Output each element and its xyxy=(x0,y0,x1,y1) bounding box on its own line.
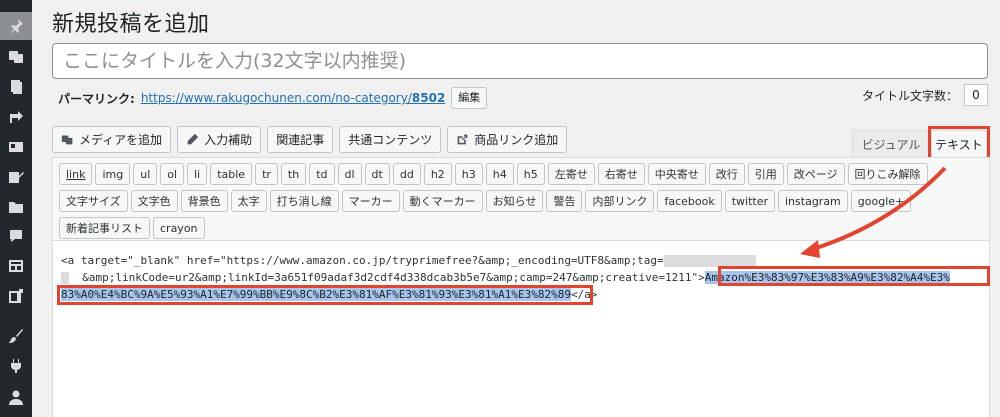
edit-permalink-button[interactable]: 編集 xyxy=(451,87,488,109)
content-line-1: <a target="_blank" href="https://www.ama… xyxy=(61,252,981,269)
qt-button-row2-6[interactable]: 動くマーカー xyxy=(402,190,483,212)
post-title-input[interactable] xyxy=(52,43,988,79)
qt-button-row2-0[interactable]: 文字サイズ xyxy=(59,190,128,212)
qt-button-row1-14[interactable]: h4 xyxy=(485,163,514,185)
qt-button-row1-11[interactable]: dd xyxy=(392,163,421,185)
content-line-2: &amp;linkCode=ur2&amp;linkId=3a651f09ada… xyxy=(61,269,981,286)
pencil-icon xyxy=(187,133,199,145)
add-media-button[interactable]: メディアを追加 xyxy=(52,126,172,153)
qt-button-row1-13[interactable]: h3 xyxy=(454,163,483,185)
qt-button-row2-3[interactable]: 太字 xyxy=(230,190,267,212)
tab-text[interactable]: テキスト xyxy=(931,130,987,158)
qt-button-row2-1[interactable]: 文字色 xyxy=(130,190,178,212)
toolbar-row-3: 新着記事リスト crayon xyxy=(59,217,983,239)
qt-button-row2-10[interactable]: facebook xyxy=(657,190,722,212)
qt-button-row1-15[interactable]: h5 xyxy=(516,163,545,185)
edit-icon[interactable] xyxy=(0,163,32,191)
permalink-slug: 8502 xyxy=(411,91,446,105)
qt-button-row1-17[interactable]: 右寄せ xyxy=(597,163,645,185)
permalink-label: パーマリンク: xyxy=(58,91,135,106)
qt-button-row1-10[interactable]: dt xyxy=(364,163,390,185)
qt-button-row1-2[interactable]: ul xyxy=(133,163,158,185)
qt-button-row3-1[interactable]: crayon xyxy=(153,217,205,239)
link-box-icon xyxy=(457,134,468,145)
add-media-label: メディアを追加 xyxy=(79,133,163,147)
content-line-2-text: &amp;linkCode=ur2&amp;linkId=3a651f09ada… xyxy=(82,271,705,284)
share-icon[interactable] xyxy=(0,103,32,131)
qt-button-row2-11[interactable]: twitter xyxy=(724,190,775,212)
qt-button-row1-20[interactable]: 引用 xyxy=(747,163,784,185)
comment-icon[interactable] xyxy=(0,222,32,250)
qt-button-row2-12[interactable]: instagram xyxy=(778,190,848,212)
folder-icon[interactable] xyxy=(0,193,32,221)
tab-visual[interactable]: ビジュアル xyxy=(852,130,930,158)
qt-button-row1-21[interactable]: 改ページ xyxy=(786,163,845,185)
qt-button-row1-12[interactable]: h2 xyxy=(423,163,452,185)
qt-button-row1-1[interactable]: img xyxy=(95,163,131,185)
selected-text-2: 83%A0%E4%BC%9A%E5%93%A1%E7%99%BB%E9%8C%B… xyxy=(61,288,571,301)
page-title: 新規投稿を追加 xyxy=(52,12,210,37)
qt-button-row2-4[interactable]: 打ち消し線 xyxy=(269,190,339,212)
editor-container: link img ul ol li table tr th td dl dt dd h2 h3 h4 h5 左寄… xyxy=(52,157,990,417)
qt-button-row1-19[interactable]: 改行 xyxy=(708,163,745,185)
permalink-row: パーマリンク: https://www.rakugochunen.com/no-… xyxy=(58,86,488,110)
qt-button-row1-8[interactable]: td xyxy=(309,163,335,185)
media-icon[interactable] xyxy=(0,42,32,70)
qt-button-row1-3[interactable]: ol xyxy=(160,163,185,185)
qt-button-row2-8[interactable]: 警告 xyxy=(546,190,583,212)
toolbar-row-2: 文字サイズ 文字色 背景色 太字 打ち消し線 マーカー 動くマーカー お知らせ 警告 内部リンク f… xyxy=(59,190,983,212)
qt-button-row2-5[interactable]: マーカー xyxy=(341,190,400,212)
redacted-block xyxy=(61,272,69,284)
qt-button-row3-0[interactable]: 新着記事リスト xyxy=(59,217,150,239)
shared-content-button[interactable]: 共通コンテンツ xyxy=(339,126,442,153)
quicktags-toolbar: link img ul ol li table tr th td dl dt dd h2 h3 h4 h5 左寄… xyxy=(53,158,989,241)
product-link-button[interactable]: 商品リンク追加 xyxy=(447,126,568,153)
permalink-link[interactable]: https://www.rakugochunen.com/no-category… xyxy=(141,91,445,105)
qt-button-row2-13[interactable]: google+ xyxy=(850,190,912,212)
selected-text-1: Amazon%E3%83%97%E3%83%A9%E3%82%A4%E3% xyxy=(704,271,950,284)
id-card-icon[interactable] xyxy=(0,133,32,161)
related-posts-button[interactable]: 関連記事 xyxy=(267,126,334,153)
qt-button-row2-7[interactable]: お知らせ xyxy=(485,190,544,212)
qt-button-row1-18[interactable]: 中央寄せ xyxy=(647,163,706,185)
toolbar-row-1: link img ul ol li table tr th td dl dt dd h2 h3 h4 h5 左寄… xyxy=(59,163,983,185)
pages-icon[interactable] xyxy=(0,73,32,101)
qt-button-row1-0[interactable]: link xyxy=(59,163,93,185)
qt-button-row2-9[interactable]: 内部リンク xyxy=(585,190,655,212)
qt-button-row1-6[interactable]: tr xyxy=(255,163,278,185)
media-buttons-row: メディアを追加 入力補助 関連記事 共通コンテンツ 商品リンク追加 xyxy=(52,126,568,154)
qt-button-row1-7[interactable]: th xyxy=(280,163,307,185)
qt-button-row1-16[interactable]: 左寄せ xyxy=(547,163,595,185)
qt-button-row1-5[interactable]: table xyxy=(210,163,253,185)
input-assist-label: 入力補助 xyxy=(204,133,253,147)
redacted-block xyxy=(663,255,756,267)
qt-button-row2-2[interactable]: 背景色 xyxy=(180,190,228,212)
qt-button-row1-4[interactable]: li xyxy=(187,163,208,185)
media-icon xyxy=(61,135,73,145)
plug-icon[interactable] xyxy=(0,352,32,380)
pin-icon[interactable] xyxy=(0,12,32,40)
qt-button-row1-9[interactable]: dl xyxy=(337,163,362,185)
permalink-url-base: https://www.rakugochunen.com/no-category… xyxy=(140,91,412,105)
editor-textarea[interactable]: <a target="_blank" href="https://www.ama… xyxy=(61,252,981,303)
layout-icon[interactable] xyxy=(0,252,32,280)
input-assist-button[interactable]: 入力補助 xyxy=(177,126,262,153)
product-link-label: 商品リンク追加 xyxy=(474,133,559,147)
title-count-value: 0 xyxy=(964,84,988,106)
user-icon[interactable] xyxy=(0,383,32,411)
qt-button-row1-22[interactable]: 回りこみ解除 xyxy=(847,163,928,185)
content-line-3-text: </a> xyxy=(570,288,598,301)
brush-icon[interactable] xyxy=(0,322,32,350)
content-line-3: 83%A0%E4%BC%9A%E5%93%A1%E7%99%BB%E9%8C%B… xyxy=(61,286,981,303)
title-char-count: タイトル文字数： 0 xyxy=(862,84,988,106)
title-count-label: タイトル文字数： xyxy=(861,88,958,103)
content-line-1-text: <a target="_blank" href="https://www.ama… xyxy=(61,254,664,267)
admin-sidebar xyxy=(0,0,32,417)
plugin-icon[interactable] xyxy=(0,282,32,310)
